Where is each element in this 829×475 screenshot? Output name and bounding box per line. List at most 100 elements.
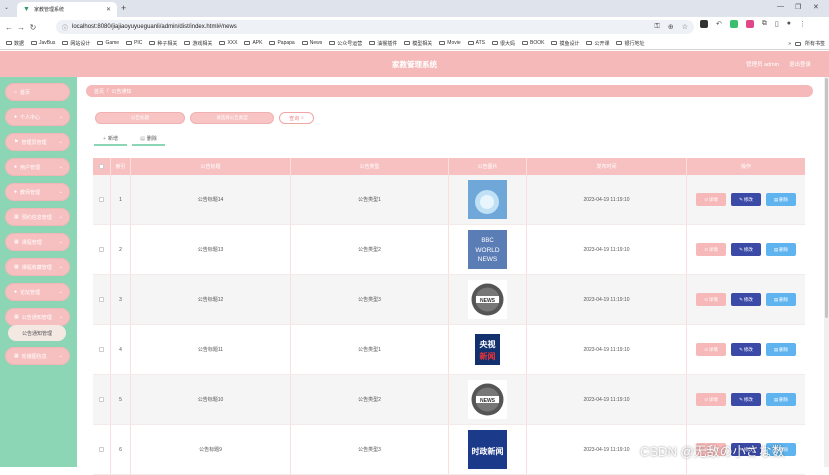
bookmark-item[interactable]: Movie [439, 40, 461, 46]
breadcrumb-home[interactable]: 首页 [94, 88, 104, 95]
new-tab-icon[interactable]: + [121, 3, 126, 13]
row-checkbox[interactable] [93, 225, 111, 274]
edit-button[interactable]: ✎ 修改 [731, 243, 761, 256]
bookmark-item[interactable]: 数据 [6, 40, 24, 47]
detail-button[interactable]: ⊙ 详情 [696, 293, 726, 306]
address-bar[interactable]: ⓘ localhost:8080/jiajiaoyuyueguanli/admi… [56, 20, 694, 34]
folder-icon [329, 41, 336, 45]
bookmarks-more[interactable]: » 所有书签 [784, 37, 825, 49]
detail-button[interactable]: ⊙ 详情 [696, 243, 726, 256]
title-search-input[interactable]: 公告标题 [95, 112, 185, 124]
search-button[interactable]: 查询 ⌕ [279, 112, 314, 124]
bookmark-item[interactable]: 摸鱼设计 [551, 40, 579, 47]
delete-button[interactable]: ▤ 删除 [766, 343, 796, 356]
menu-icon[interactable]: ⋮ [799, 20, 806, 28]
bookmark-item[interactable]: Papapa [269, 40, 295, 46]
delete-selected-button[interactable]: ▤ 删除 [132, 133, 165, 146]
bookmark-item[interactable]: BOOK [522, 40, 544, 46]
tab-search-icon[interactable]: ⌄ [4, 4, 9, 11]
reload-icon[interactable]: ↻ [27, 23, 39, 32]
sidebar-item[interactable]: ● 论坛管理 ⌄ [5, 283, 70, 301]
row-checkbox[interactable] [93, 275, 111, 324]
bookmark-item[interactable]: 种子相关 [149, 40, 177, 47]
bookmark-item[interactable]: 银行地址 [616, 40, 645, 47]
extension-icon[interactable] [745, 20, 754, 28]
bookmark-item[interactable]: APK [244, 40, 262, 46]
sidebar-item[interactable]: ▦ 公告通知管理 ⌄ [5, 308, 70, 326]
edit-button[interactable]: ✎ 修改 [731, 343, 761, 356]
bookmark-item[interactable]: 公开课 [586, 40, 609, 47]
folder-icon [491, 41, 498, 45]
key-icon[interactable]: ⚿ [655, 23, 660, 31]
edit-button[interactable]: ✎ 修改 [731, 393, 761, 406]
detail-button[interactable]: ⊙ 详情 [696, 393, 726, 406]
bookmark-item[interactable]: 公众号运营 [329, 40, 362, 47]
cell-actions: ⊙ 详情 ✎ 修改 ▤ 删除 [687, 175, 805, 224]
chevron-down-icon: ⌄ [58, 353, 63, 359]
cell-index: 3 [111, 275, 131, 324]
row-checkbox[interactable] [93, 325, 111, 374]
folder-icon [31, 41, 38, 45]
row-checkbox[interactable] [93, 375, 111, 424]
bookmark-item[interactable]: JavBus [31, 40, 55, 46]
svg-text:BBC: BBC [481, 238, 494, 244]
bookmark-item[interactable]: PIC [126, 40, 142, 46]
bookmark-item[interactable]: XXX [219, 40, 237, 46]
bookmark-item[interactable]: Game [97, 40, 119, 46]
back-icon[interactable]: ← [3, 23, 15, 32]
extension-icon[interactable] [729, 20, 738, 28]
edit-button[interactable]: ✎ 修改 [731, 293, 761, 306]
sidebar-item[interactable]: ⌂ 首页 [5, 83, 70, 101]
puzzle-icon[interactable]: ⧉ [762, 20, 767, 28]
logout-link[interactable]: 退出登录 [789, 60, 811, 68]
row-checkbox[interactable] [93, 175, 111, 224]
delete-button[interactable]: ▤ 删除 [766, 393, 796, 406]
browser-tab[interactable]: ▼ 家教管理系统 ✕ [17, 2, 117, 17]
restore-icon[interactable]: ❐ [795, 3, 801, 11]
scrollbar-thumb[interactable] [825, 78, 828, 318]
detail-button-label: 详情 [708, 346, 718, 352]
cell-time: 2023-04-19 11:19:10 [527, 175, 687, 224]
sidebar-item[interactable]: ⚑ 管理员管理 ⌄ [5, 133, 70, 151]
info-icon[interactable]: ⓘ [62, 23, 68, 32]
folder-icon [6, 41, 12, 45]
delete-button[interactable]: ▤ 删除 [766, 243, 796, 256]
sidebar-item[interactable]: ● 用户管理 ⌄ [5, 158, 70, 176]
sidebar-item[interactable]: ▦ 课程管理 ⌄ [5, 233, 70, 251]
add-button[interactable]: + 新增 [94, 133, 127, 146]
delete-button[interactable]: ▤ 删除 [766, 193, 796, 206]
minimize-icon[interactable]: — [777, 3, 784, 10]
bookmark-label: ATS [475, 40, 485, 46]
cell-time: 2023-04-19 11:19:10 [527, 225, 687, 274]
sidebar-subitem-notice[interactable]: 公告通知管理 [8, 325, 66, 341]
bookmark-item[interactable]: News [301, 40, 322, 46]
bookmark-item[interactable]: 网站设计 [62, 40, 90, 47]
close-window-icon[interactable]: ✕ [813, 3, 819, 11]
detail-button[interactable]: ⊙ 详情 [696, 193, 726, 206]
bookmark-item[interactable]: ATS [467, 40, 485, 46]
bookmark-item[interactable]: 游戏相关 [184, 40, 212, 47]
zoom-icon[interactable]: ⊕ [668, 23, 674, 31]
select-all-checkbox[interactable] [93, 158, 111, 175]
bookmark-item[interactable]: 很大妈 [491, 40, 515, 47]
bookmark-item[interactable]: 油猴插件 [369, 40, 397, 47]
bookmark-item[interactable]: 模型相关 [404, 40, 432, 47]
sidebar-item[interactable]: ● 教师管理 ⌄ [5, 183, 70, 201]
share-icon[interactable]: ↶ [716, 20, 722, 28]
sidebar-item[interactable]: ▦ 课程收藏管理 ⌄ [5, 258, 70, 276]
edit-button[interactable]: ✎ 修改 [731, 193, 761, 206]
sidebar-item[interactable]: ▦ 轮播图信息 ⌄ [5, 347, 70, 365]
forward-icon[interactable]: → [15, 23, 27, 32]
star-icon[interactable]: ☆ [682, 23, 688, 31]
sidebar-item[interactable]: ● 个人中心 ⌄ [5, 108, 70, 126]
extension-icon[interactable] [700, 20, 708, 28]
cell-actions: ⊙ 详情 ✎ 修改 ▤ 删除 [687, 225, 805, 274]
notice-image: BBC WORLD NEWS [468, 230, 507, 269]
profile-icon[interactable]: ● [787, 20, 791, 28]
sidepanel-icon[interactable]: ▯ [775, 20, 779, 28]
type-select[interactable]: 请选择公告类型 [190, 112, 274, 124]
sidebar-item[interactable]: ▦ 预约信息管理 ⌄ [5, 208, 70, 226]
detail-button[interactable]: ⊙ 详情 [696, 343, 726, 356]
close-icon[interactable]: ✕ [106, 6, 111, 13]
delete-button[interactable]: ▤ 删除 [766, 293, 796, 306]
